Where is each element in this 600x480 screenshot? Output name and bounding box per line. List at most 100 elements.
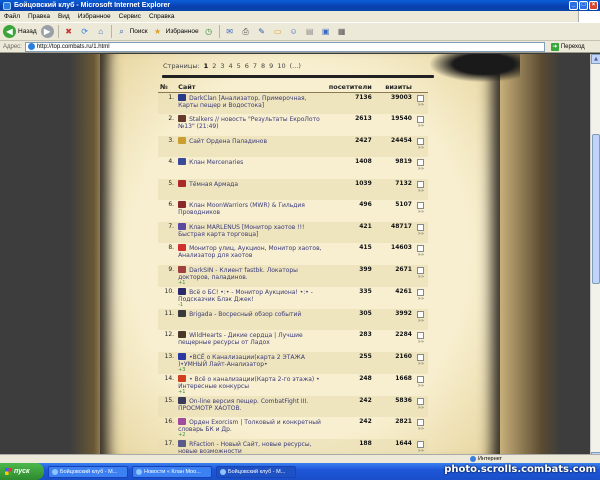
pager-link[interactable]: 2 [212,62,216,70]
row-checkbox[interactable] [417,441,425,448]
more-arrows-icon[interactable]: »» [416,361,426,367]
site-link[interactable]: RFaction - Новый Сайт, новые ресурсы, но… [178,441,311,455]
window-titlebar[interactable]: Бойцовский клуб - Microsoft Internet Exp… [0,0,600,11]
pager-link[interactable]: (...) [290,62,301,70]
row-checkbox[interactable] [417,137,425,145]
site-link[interactable]: Клан Mercenaries [189,159,243,166]
row-checkbox[interactable] [417,159,425,166]
menu-file[interactable]: Файл [4,13,20,20]
pager-link[interactable]: 6 [245,62,249,70]
more-arrows-icon[interactable]: »» [416,274,426,280]
folder-icon[interactable]: ▭ [272,26,284,38]
more-arrows-icon[interactable]: »» [416,383,426,389]
site-link[interactable]: WildHearts - Дикие сердца | Лучшие пещер… [178,332,303,346]
more-arrows-icon[interactable]: »» [416,339,426,345]
more-arrows-icon[interactable]: »» [416,296,426,302]
rank-change: +1 [178,388,186,395]
site-link[interactable]: Всё о БС! •:• - Монитор Аукциона! •:• - … [178,289,313,303]
site-link[interactable]: •ВСЁ о Канализации(карта 2 ЭТАЖА )•УМНЫЙ… [178,354,305,368]
more-arrows-icon[interactable]: »» [416,426,426,432]
row-checkbox[interactable] [417,95,425,102]
menu-favorites[interactable]: Избранное [78,13,111,20]
research-icon[interactable]: ▤ [304,26,316,38]
pager-link[interactable]: 9 [269,62,273,70]
calculator-icon[interactable]: ▦ [336,26,348,38]
refresh-icon[interactable]: ⟳ [79,26,91,38]
row-checkbox[interactable] [417,202,425,209]
history-icon[interactable]: ◷ [203,26,215,38]
more-arrows-icon[interactable]: »» [416,318,426,324]
pager-link[interactable]: 4 [228,62,232,70]
row-checkbox[interactable] [417,245,425,252]
vertical-scrollbar[interactable]: ▲ ▼ [590,54,600,462]
row-checkbox[interactable] [417,332,425,339]
row-checkbox[interactable] [417,397,425,405]
more-arrows-icon[interactable]: »» [416,102,426,108]
more-arrows-icon[interactable]: »» [416,231,426,237]
site-link[interactable]: On-line версия пещер. CombatFight III. П… [178,398,308,412]
go-button[interactable]: ➜ Переход [545,42,585,51]
taskbar-item[interactable]: Новости « Клан Moo... [132,465,212,478]
site-link[interactable]: Сайт Ордена Паладинов [189,138,267,145]
row-checkbox[interactable] [417,116,425,123]
favorites-button[interactable]: ★ Избранное [152,24,199,39]
taskbar-item-active[interactable]: Бойцовский клуб - M... [216,465,296,478]
start-button[interactable]: пуск [0,463,44,480]
minimize-button[interactable]: _ [569,1,578,10]
site-link[interactable]: Тёмная Армада [189,181,238,188]
more-arrows-icon[interactable]: »» [416,252,426,258]
more-arrows-icon[interactable]: »» [416,188,426,194]
pager-link[interactable]: 8 [261,62,265,70]
mail-icon[interactable]: ✉ [224,26,236,38]
row-checkbox[interactable] [417,266,425,274]
row-visitors: 2427 [326,135,374,157]
window-title: Бойцовский клуб - Microsoft Internet Exp… [14,2,171,9]
more-arrows-icon[interactable]: »» [416,123,426,129]
search-button[interactable]: ⌕ Поиск [116,24,147,39]
pager-link[interactable]: 3 [220,62,224,70]
row-checkbox[interactable] [417,288,425,296]
site-link[interactable]: Клан MoonWarriors (MWR) & Гильдия Провод… [178,202,305,216]
home-icon[interactable]: ⌂ [95,26,107,38]
site-link[interactable]: Brigada - Восресный обзор событий [189,311,301,318]
scroll-up-icon[interactable]: ▲ [591,54,600,64]
messenger-icon[interactable]: ☺ [288,26,300,38]
forward-button[interactable]: ▶ [40,24,54,39]
more-arrows-icon[interactable]: »» [416,405,426,411]
row-actions: »» [413,308,428,330]
site-link[interactable]: Монитор улиц, Аукцион, Монитор хаотов, А… [178,245,321,259]
more-arrows-icon[interactable]: »» [416,145,426,151]
menu-tools[interactable]: Сервис [119,13,141,20]
site-link[interactable]: DarkClan [Анализатор, Примерочная, Карты… [178,95,307,109]
pager-link[interactable]: 5 [237,62,241,70]
site-link[interactable]: Клан MARLENUS [Монитор хаотов !!! Быстра… [178,224,304,238]
row-checkbox[interactable] [417,310,425,318]
row-checkbox[interactable] [417,419,425,426]
address-input[interactable]: http://top.combats.ru/1.html [24,41,545,52]
row-checkbox[interactable] [417,375,425,383]
print-icon[interactable]: ⎙ [240,26,252,38]
back-button[interactable]: ◀ Назад [3,24,37,39]
tool-icon[interactable]: ▣ [320,26,332,38]
taskbar-item[interactable]: Бойцовский клуб - M... [48,465,128,478]
close-button[interactable]: × [589,1,598,10]
pager-link[interactable]: 7 [253,62,257,70]
more-arrows-icon[interactable]: »» [416,166,426,172]
site-link[interactable]: Орден Exorcism | Толковый и конкретный с… [178,419,321,433]
row-checkbox[interactable] [417,180,425,188]
site-link[interactable]: Stalkers // новость "Результаты ЕкроЛото… [178,116,320,130]
menu-edit[interactable]: Правка [28,13,50,20]
row-checkbox[interactable] [417,353,425,361]
maximize-button[interactable]: □ [579,1,588,10]
site-link[interactable]: DarkSIN - Клиент fastbk. Локаторы доктор… [178,267,298,281]
site-link[interactable]: • Всё о канализации(Карта 2-го этажа) • … [178,376,320,390]
menu-help[interactable]: Справка [149,13,175,20]
edit-icon[interactable]: ✎ [256,26,268,38]
table-row: 11. Brigada - Восресный обзор событий 305 3… [158,308,428,330]
scroll-thumb[interactable] [592,134,600,284]
more-arrows-icon[interactable]: »» [416,209,426,215]
row-checkbox[interactable] [417,223,425,231]
stop-icon[interactable]: ✖ [63,26,75,38]
pager-link[interactable]: 10 [277,62,285,70]
menu-view[interactable]: Вид [58,13,70,20]
